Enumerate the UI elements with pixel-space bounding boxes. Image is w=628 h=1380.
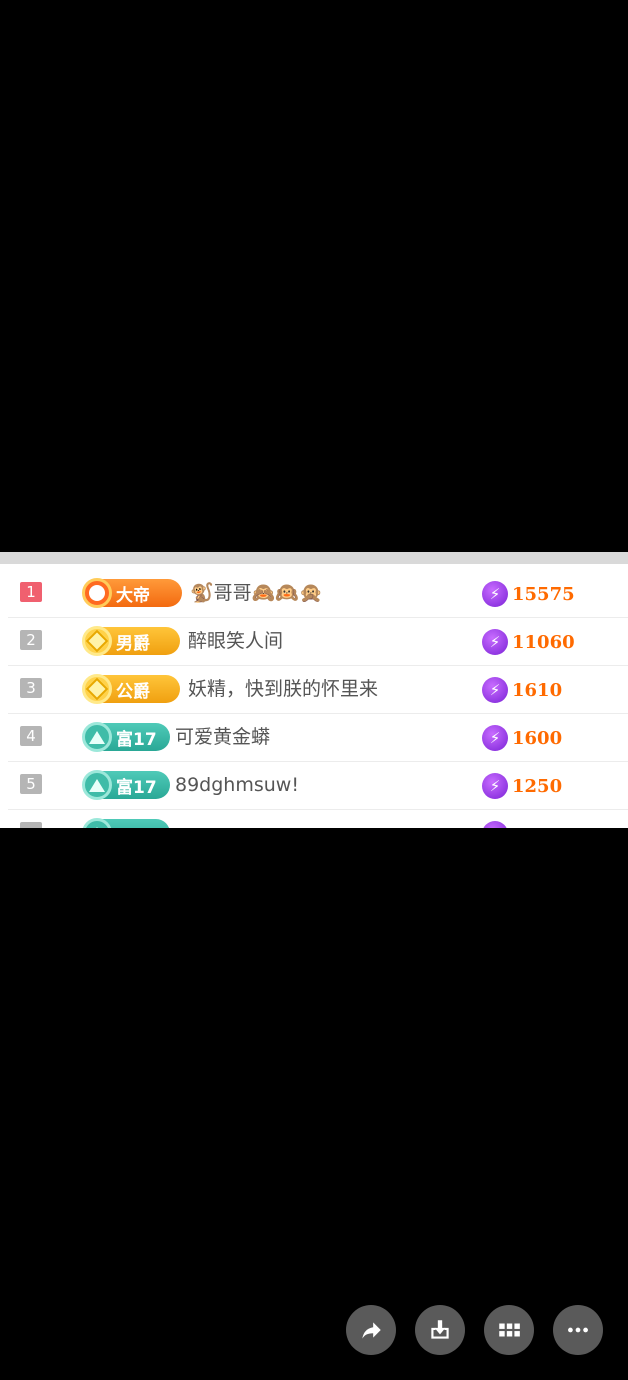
badge-label: 公爵	[116, 681, 150, 702]
leaderboard-panel: 1 大帝 🐒哥哥🙈🙉🙊 ⚡ 15575 2 男爵 醉眼笑人间 ⚡ 11060 3…	[0, 552, 628, 828]
share-button[interactable]	[346, 1305, 396, 1355]
lightning-icon: ⚡	[482, 677, 508, 703]
rank-number	[20, 822, 42, 828]
more-button[interactable]	[553, 1305, 603, 1355]
download-button[interactable]	[415, 1305, 465, 1355]
score-group	[482, 820, 512, 828]
score-value: 15575	[512, 583, 575, 605]
score-value: 1600	[512, 727, 563, 749]
badge-label: 富17	[116, 729, 157, 750]
badge-label: 男爵	[116, 633, 150, 654]
leaderboard-row[interactable]: 5 富17 89dghmsuw! ⚡ 1250	[8, 762, 628, 810]
score-group: ⚡ 11060	[482, 628, 575, 656]
rank-number: 3	[20, 678, 42, 698]
diamond-icon	[82, 674, 112, 704]
score-group: ⚡ 15575	[482, 580, 575, 608]
lightning-icon: ⚡	[482, 629, 508, 655]
user-name[interactable]: 醉眼笑人间	[188, 628, 283, 654]
user-name[interactable]: 妖精，快到朕的怀里来	[188, 676, 378, 702]
rank-number: 5	[20, 774, 42, 794]
more-dots-icon	[568, 1327, 588, 1333]
level-badge: 公爵	[82, 674, 180, 704]
lightning-icon: ⚡	[482, 725, 508, 751]
leaderboard-row[interactable]: 3 公爵 妖精，快到朕的怀里来 ⚡ 1610	[8, 666, 628, 714]
rank-number: 2	[20, 630, 42, 650]
triangle-icon	[82, 770, 112, 800]
share-arrow-icon	[362, 1322, 381, 1339]
lightning-icon: ⚡	[482, 773, 508, 799]
triangle-icon	[82, 722, 112, 752]
score-value: 1250	[512, 775, 563, 797]
rank-number: 1	[20, 582, 42, 602]
badge-label: 富17	[116, 777, 157, 798]
grid-button[interactable]	[484, 1305, 534, 1355]
score-value: 1610	[512, 679, 563, 701]
diamond-icon	[82, 626, 112, 656]
leaderboard-row[interactable]: 4 富17 可爱黄金蟒 ⚡ 1600	[8, 714, 628, 762]
lightning-icon	[482, 821, 508, 828]
user-name[interactable]: 🐒哥哥🙈🙉🙊	[190, 580, 323, 606]
level-badge	[82, 818, 170, 828]
user-name[interactable]: 可爱黄金蟒	[175, 724, 270, 750]
leaderboard-row-partial[interactable]	[8, 810, 628, 828]
level-badge: 富17	[82, 722, 170, 752]
score-group: ⚡ 1600	[482, 724, 562, 752]
lightning-icon: ⚡	[482, 581, 508, 607]
badge-label: 大帝	[116, 585, 150, 606]
download-icon	[431, 1320, 449, 1339]
triangle-icon	[82, 818, 112, 828]
grid-icon	[499, 1323, 520, 1337]
user-name[interactable]: 89dghmsuw!	[175, 772, 299, 798]
crown-icon	[82, 578, 112, 608]
level-badge: 富17	[82, 770, 170, 800]
score-group: ⚡ 1250	[482, 772, 562, 800]
level-badge: 大帝	[82, 578, 182, 608]
rank-number: 4	[20, 726, 42, 746]
action-bar	[0, 1305, 628, 1355]
score-group: ⚡ 1610	[482, 676, 562, 704]
leaderboard-row[interactable]: 2 男爵 醉眼笑人间 ⚡ 11060	[8, 618, 628, 666]
panel-top-divider	[0, 552, 628, 564]
score-value: 11060	[512, 631, 575, 653]
leaderboard-row[interactable]: 1 大帝 🐒哥哥🙈🙉🙊 ⚡ 15575	[8, 570, 628, 618]
level-badge: 男爵	[82, 626, 180, 656]
